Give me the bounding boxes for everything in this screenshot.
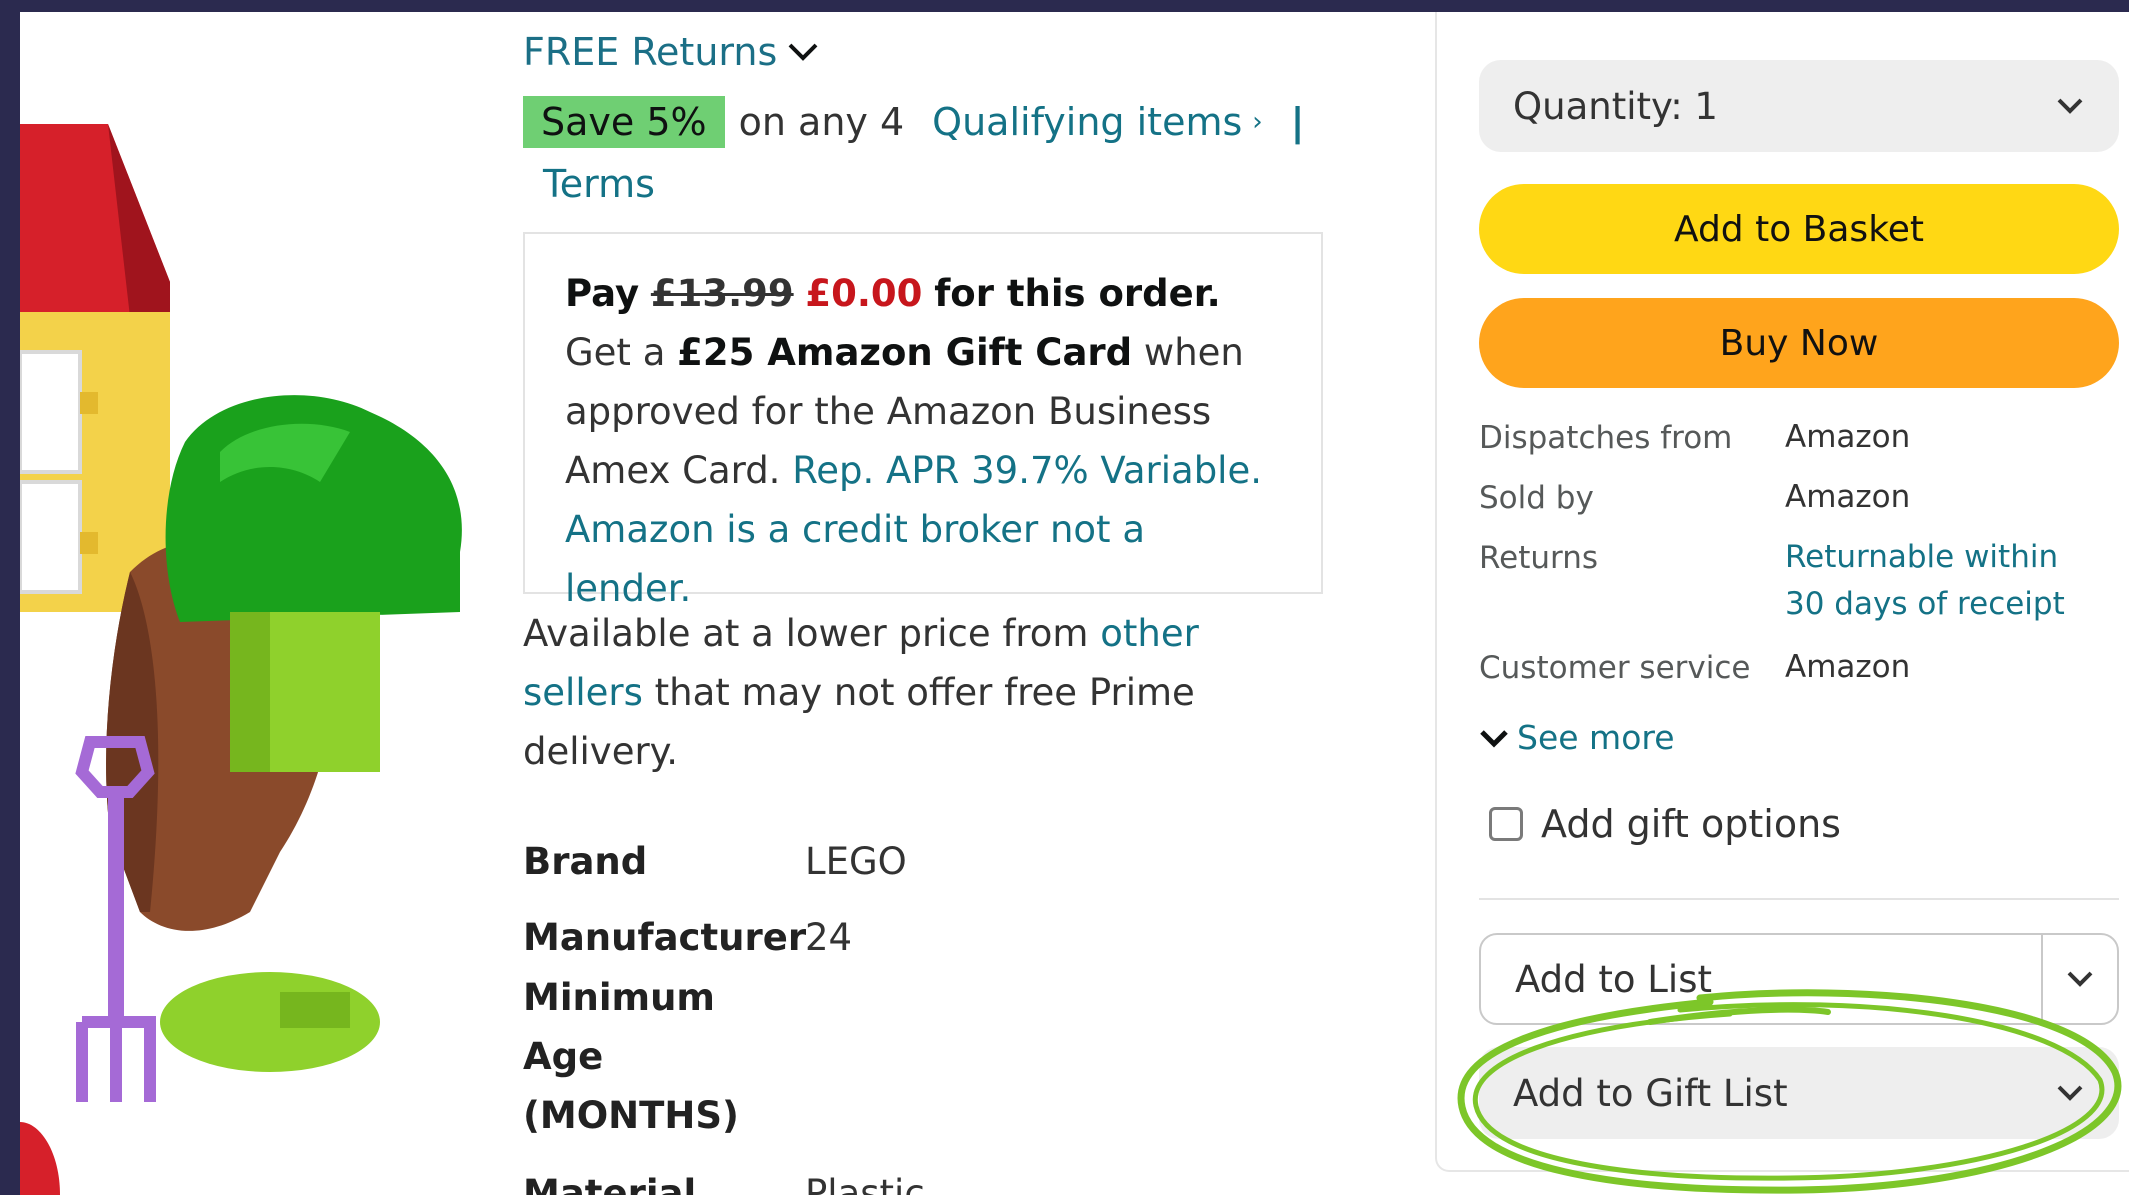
spec-label: Manufacturer xyxy=(523,916,807,959)
see-more-label: See more xyxy=(1517,718,1675,757)
info-label: Returns xyxy=(1479,540,1599,576)
gift-options: Add gift options xyxy=(1489,802,1841,846)
chevron-down-icon xyxy=(2057,1085,2083,1101)
see-more-link[interactable]: See more xyxy=(1479,718,1675,757)
gift-options-label: Add gift options xyxy=(1541,802,1841,846)
lower-price-note: Available at a lower price from other se… xyxy=(523,604,1283,781)
spec-label: Minimum Age (MONTHS) xyxy=(523,976,739,1137)
separator: | xyxy=(1290,100,1305,144)
spec-value: LEGO xyxy=(805,840,907,883)
spec-row: Brand LEGO xyxy=(523,832,907,891)
red-brick xyxy=(20,1122,60,1195)
product-image[interactable] xyxy=(20,12,520,1195)
spec-row: Material Plastic xyxy=(523,1164,925,1195)
chevron-down-icon xyxy=(1480,729,1508,748)
fork-shaft xyxy=(108,792,124,1022)
info-label: Dispatches from xyxy=(1479,420,1733,456)
buy-box: Quantity: 1 Add to Basket Buy Now Dispat… xyxy=(1435,12,2129,1172)
stud-shape xyxy=(80,532,98,554)
spec-label: Material xyxy=(523,1172,697,1195)
info-value: Amazon xyxy=(1785,479,1911,515)
save-badge: Save 5% xyxy=(523,96,725,148)
quantity-select[interactable]: Quantity: 1 xyxy=(1479,60,2119,152)
offer-gift-card: £25 Amazon Gift Card xyxy=(677,331,1133,374)
info-value: Amazon xyxy=(1785,649,1911,685)
quantity-label: Quantity: 1 xyxy=(1513,84,1718,128)
add-to-list-label: Add to List xyxy=(1515,957,1712,1001)
buy-now-button[interactable]: Buy Now xyxy=(1479,298,2119,388)
chevron-down-icon xyxy=(2057,98,2083,114)
terms-link[interactable]: Terms xyxy=(543,162,655,206)
spec-label: Brand xyxy=(523,840,648,883)
add-to-list-dropdown[interactable] xyxy=(2041,935,2117,1023)
chevron-right-icon: › xyxy=(1252,107,1263,137)
info-row: Returns Returnable within 30 days of rec… xyxy=(1479,539,2105,628)
free-returns-label: FREE Returns xyxy=(523,30,778,74)
new-price: £0.00 xyxy=(805,272,923,315)
add-to-gift-list-label: Add to Gift List xyxy=(1513,1071,1788,1115)
free-returns-link[interactable]: FREE Returns xyxy=(523,30,819,74)
divider xyxy=(1479,898,2119,900)
grass-brick xyxy=(280,992,350,1028)
old-price: £13.99 xyxy=(650,272,794,315)
chevron-down-icon xyxy=(788,43,818,61)
promo-row: Save 5% on any 4 Qualifying items › | xyxy=(523,96,1305,148)
returns-policy-link[interactable]: Returnable within 30 days of receipt xyxy=(1785,534,2105,628)
add-to-basket-button[interactable]: Add to Basket xyxy=(1479,184,2119,274)
spec-value: 24 xyxy=(805,916,853,959)
spec-row: Manufacturer 24 xyxy=(523,908,852,967)
info-label: Customer service xyxy=(1479,650,1751,686)
window-shape xyxy=(20,480,82,594)
info-value: Amazon xyxy=(1785,419,1911,455)
spec-value: Plastic xyxy=(805,1172,925,1195)
info-row: Dispatches from Amazon xyxy=(1479,419,1910,461)
window-shape xyxy=(20,350,82,474)
add-to-list-control: Add to List xyxy=(1479,933,2119,1025)
qualifying-items-link[interactable]: Qualifying items xyxy=(932,100,1242,144)
gift-options-checkbox[interactable] xyxy=(1489,807,1523,841)
stud-shape xyxy=(80,392,98,414)
spec-row: Minimum Age (MONTHS) xyxy=(523,968,743,1145)
add-to-gift-list-select[interactable]: Add to Gift List xyxy=(1479,1047,2119,1139)
chevron-down-icon xyxy=(2067,971,2093,987)
product-page: FREE Returns Save 5% on any 4 Qualifying… xyxy=(20,12,2129,1195)
info-row: Customer service Amazon xyxy=(1479,649,1910,691)
offer-pay: Pay xyxy=(565,272,640,315)
lower-price-pre: Available at a lower price from xyxy=(523,612,1101,655)
offer-get-a: Get a xyxy=(565,331,678,374)
info-label: Sold by xyxy=(1479,480,1594,516)
promo-text: on any 4 xyxy=(738,100,905,144)
green-block-shade xyxy=(230,612,270,772)
info-row: Sold by Amazon xyxy=(1479,479,1910,521)
offer-for-order: for this order. xyxy=(934,272,1221,315)
fork-tines xyxy=(76,1016,156,1102)
add-to-list-button[interactable]: Add to List xyxy=(1481,935,2041,1023)
credit-card-offer: Pay £13.99 £0.00 for this order. Get a £… xyxy=(523,232,1323,610)
